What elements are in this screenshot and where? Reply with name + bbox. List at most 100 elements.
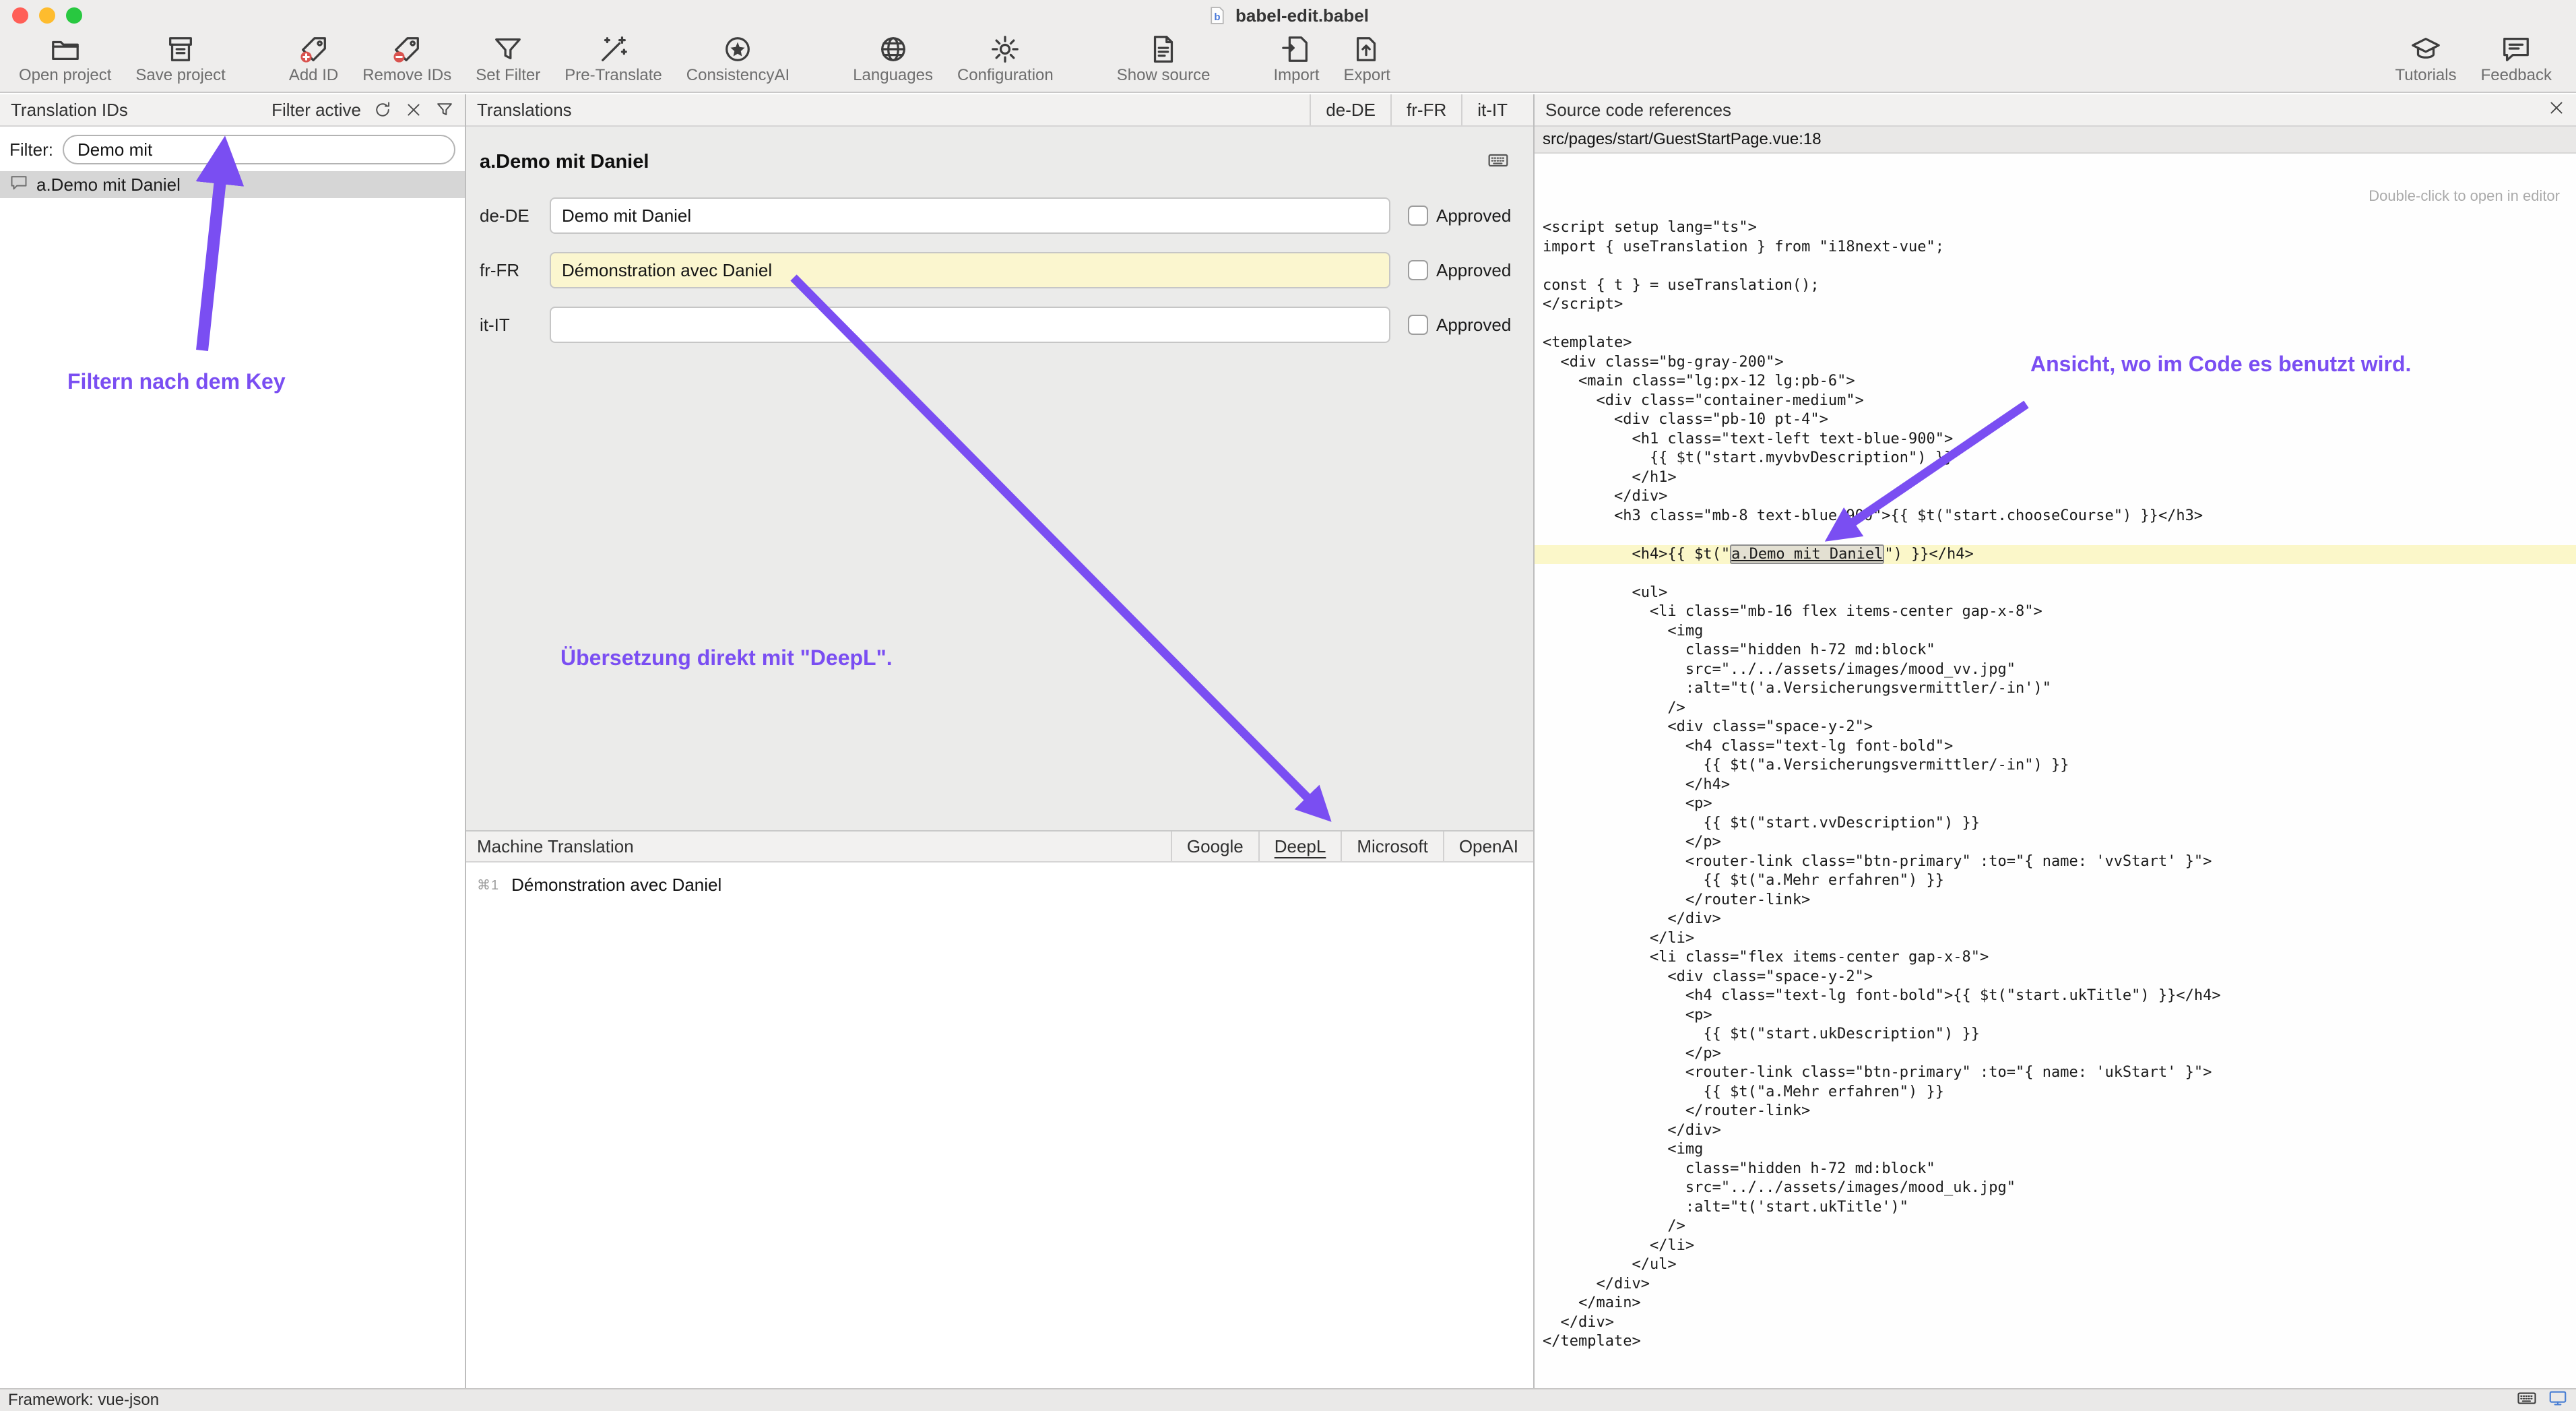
code-line: <div class="bg-gray-200"> [1535,353,2576,373]
toolbar-button-feedback[interactable]: Feedback [2469,31,2564,85]
code-line: {{ $t("start.myvbvDescription") }} [1535,449,2576,468]
translation-input-de-de[interactable] [550,197,1390,234]
approved-checkbox-it-it[interactable] [1408,315,1428,335]
code-line: import { useTranslation } from "i18next-… [1535,238,2576,257]
approved-checkbox-de-de[interactable] [1408,206,1428,226]
toolbar-button-import[interactable]: Import [1261,31,1331,85]
code-line: <router-link class="btn-primary" :to="{ … [1535,852,2576,872]
code-line: :alt="t('start.ukTitle')" [1535,1198,2576,1218]
minimize-window-button[interactable] [39,7,55,24]
code-line: </div> [1535,487,2576,507]
toolbar-button-open-project[interactable]: Open project [7,31,123,85]
mt-tab-deepl[interactable]: DeepL [1258,832,1341,861]
translations-title: Translations [477,100,572,121]
toolbar-button-save-project[interactable]: Save project [123,31,237,85]
approved-control: Approved [1408,260,1511,281]
code-line: class="hidden h-72 md:block" [1535,641,2576,660]
display-icon[interactable] [2548,1388,2568,1411]
approved-checkbox-fr-fr[interactable] [1408,260,1428,280]
clear-filter-icon[interactable] [404,100,423,119]
source-file-reference[interactable]: src/pages/start/GuestStartPage.vue:18 [1535,127,2576,154]
code-line [1535,257,2576,276]
code-line [1535,564,2576,584]
machine-translation-body: ⌘1 Démonstration avec Daniel [466,863,1533,1388]
toolbar-button-set-filter[interactable]: Set Filter [463,31,552,85]
code-line: <img [1535,622,2576,641]
feedback-icon [2501,34,2532,65]
language-tab-it-it[interactable]: it-IT [1461,94,1522,125]
code-line [1535,315,2576,334]
code-line: <li class="mb-16 flex items-center gap-x… [1535,602,2576,622]
code-line: src="../../assets/images/mood_vv.jpg" [1535,660,2576,680]
approved-label: Approved [1436,315,1511,336]
code-line: {{ $t("a.Mehr erfahren") }} [1535,871,2576,891]
toolbar-button-show-source[interactable]: Show source [1105,31,1223,85]
code-line: {{ $t("start.vvDescription") }} [1535,814,2576,834]
code-line: </li> [1535,1236,2576,1256]
svg-text:b: b [1214,11,1220,23]
filter-active-label: Filter active [271,100,361,121]
consistency-ai-icon [722,34,753,65]
toolbar-button-tutorials[interactable]: Tutorials [2383,31,2468,85]
keyboard-icon[interactable] [1487,150,1509,175]
filter-icon[interactable] [435,100,454,119]
code-line: <h4 class="text-lg font-bold"> [1535,737,2576,757]
toolbar-button-consistencyai[interactable]: ConsistencyAI [674,31,802,85]
code-line: </div> [1535,1313,2576,1333]
toolbar-button-export[interactable]: Export [1332,31,1403,85]
export-icon [1351,34,1382,65]
code-line: /> [1535,699,2576,718]
close-panel-icon[interactable] [2548,99,2565,121]
machine-translation-title: Machine Translation [477,836,634,857]
code-line: </div> [1535,1121,2576,1141]
translation-ids-header: Translation IDs Filter active [0,94,465,127]
toolbar-button-languages[interactable]: Languages [841,31,945,85]
zoom-window-button[interactable] [66,7,82,24]
code-line: :alt="t('a.Versicherungsvermittler/-in')… [1535,679,2576,699]
filter-input[interactable] [63,135,455,164]
close-window-button[interactable] [12,7,28,24]
source-references-header: Source code references [1535,94,2576,127]
code-line: <ul> [1535,584,2576,603]
code-line: <main class="lg:px-12 lg:pb-6"> [1535,372,2576,391]
translation-key-title: a.Demo mit Daniel [480,151,649,173]
import-icon [1281,34,1312,65]
magic-wand-icon [598,34,629,65]
mt-tab-google[interactable]: Google [1171,832,1258,861]
refresh-icon[interactable] [373,100,392,119]
language-tab-fr-fr[interactable]: fr-FR [1390,94,1461,125]
main-panels: Translation IDs Filter active Filter: [0,94,2576,1388]
code-line: <h4 class="text-lg font-bold">{{ $t("sta… [1535,986,2576,1006]
translations-content: a.Demo mit Daniel de-DE Approved fr-FR A… [466,127,1533,830]
code-line [1535,526,2576,545]
mt-suggestion-row[interactable]: ⌘1 Démonstration avec Daniel [477,875,1533,896]
toolbar-button-configuration[interactable]: Configuration [945,31,1066,85]
mt-tab-openai[interactable]: OpenAI [1443,832,1533,861]
translation-rows: de-DE Approved fr-FR Approved it-IT Appr… [480,197,1509,343]
toolbar-button-add-id[interactable]: Add ID [277,31,350,85]
toolbar-button-pre-translate[interactable]: Pre-Translate [552,31,674,85]
keyboard-icon[interactable] [2517,1388,2537,1411]
translation-input-fr-fr[interactable] [550,252,1390,288]
machine-translation-header: Machine Translation GoogleDeepLMicrosoft… [466,830,1533,863]
translation-id-item[interactable]: a.Demo mit Daniel [0,171,465,198]
language-label: de-DE [480,206,550,226]
code-line: /> [1535,1217,2576,1236]
remove-ids-icon [391,34,422,65]
mt-shortcut-badge: ⌘1 [477,877,499,893]
code-line: src="../../assets/images/mood_uk.jpg" [1535,1179,2576,1198]
toolbar-right-group: Tutorials Feedback [2383,31,2564,93]
approved-label: Approved [1436,206,1511,226]
code-line: </router-link> [1535,1102,2576,1121]
approved-control: Approved [1408,206,1511,226]
window-chrome: b babel-edit.babel Open project Save pro… [0,0,2576,93]
source-code-view[interactable]: Double-click to open in editor <script s… [1535,154,2576,1388]
mt-tab-microsoft[interactable]: Microsoft [1341,832,1442,861]
language-tabs: de-DEfr-FRit-IT [1310,94,1522,125]
toolbar-button-remove-ids[interactable]: Remove IDs [350,31,463,85]
filter-row: Filter: [9,135,455,164]
code-line: </main> [1535,1294,2576,1313]
language-tab-de-de[interactable]: de-DE [1310,94,1390,125]
selected-key-token[interactable]: a.Demo mit Daniel [1730,544,1884,564]
translation-input-it-it[interactable] [550,307,1390,343]
